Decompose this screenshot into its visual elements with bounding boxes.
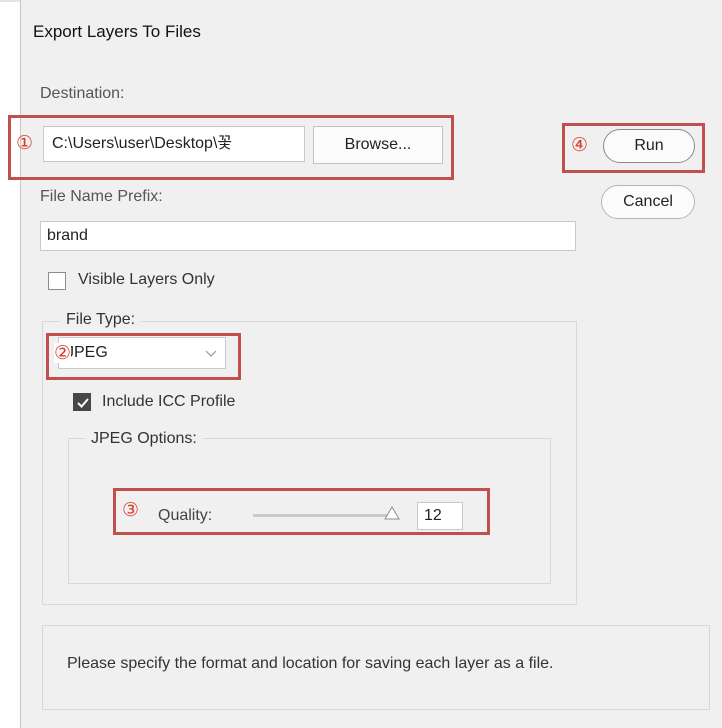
quality-slider-thumb[interactable] (384, 506, 400, 520)
dialog-title: Export Layers To Files (33, 22, 201, 41)
quality-input[interactable]: 12 (417, 502, 463, 530)
jpeg-options-legend: JPEG Options: (85, 430, 203, 448)
annotation-box-1 (8, 115, 454, 180)
checkmark-icon (77, 398, 89, 408)
run-button[interactable]: Run (603, 129, 695, 163)
quality-slider-track[interactable] (253, 514, 395, 517)
visible-layers-label: Visible Layers Only (78, 271, 215, 288)
annotation-box-2 (46, 333, 241, 380)
destination-label: Destination: (40, 85, 125, 102)
help-message: Please specify the format and location f… (67, 655, 554, 672)
visible-layers-checkbox[interactable] (48, 272, 66, 290)
prefix-input[interactable]: brand (40, 221, 576, 251)
annotation-number-4: ④ (571, 134, 589, 156)
quality-label: Quality: (158, 507, 213, 524)
cancel-button[interactable]: Cancel (601, 185, 695, 219)
file-type-legend: File Type: (60, 311, 142, 329)
include-icc-label: Include ICC Profile (102, 393, 236, 410)
prefix-label: File Name Prefix: (40, 188, 163, 205)
annotation-number-3: ③ (122, 499, 140, 521)
annotation-number-2: ② (54, 342, 72, 364)
annotation-number-1: ① (16, 132, 34, 154)
include-icc-checkbox[interactable] (73, 393, 91, 411)
